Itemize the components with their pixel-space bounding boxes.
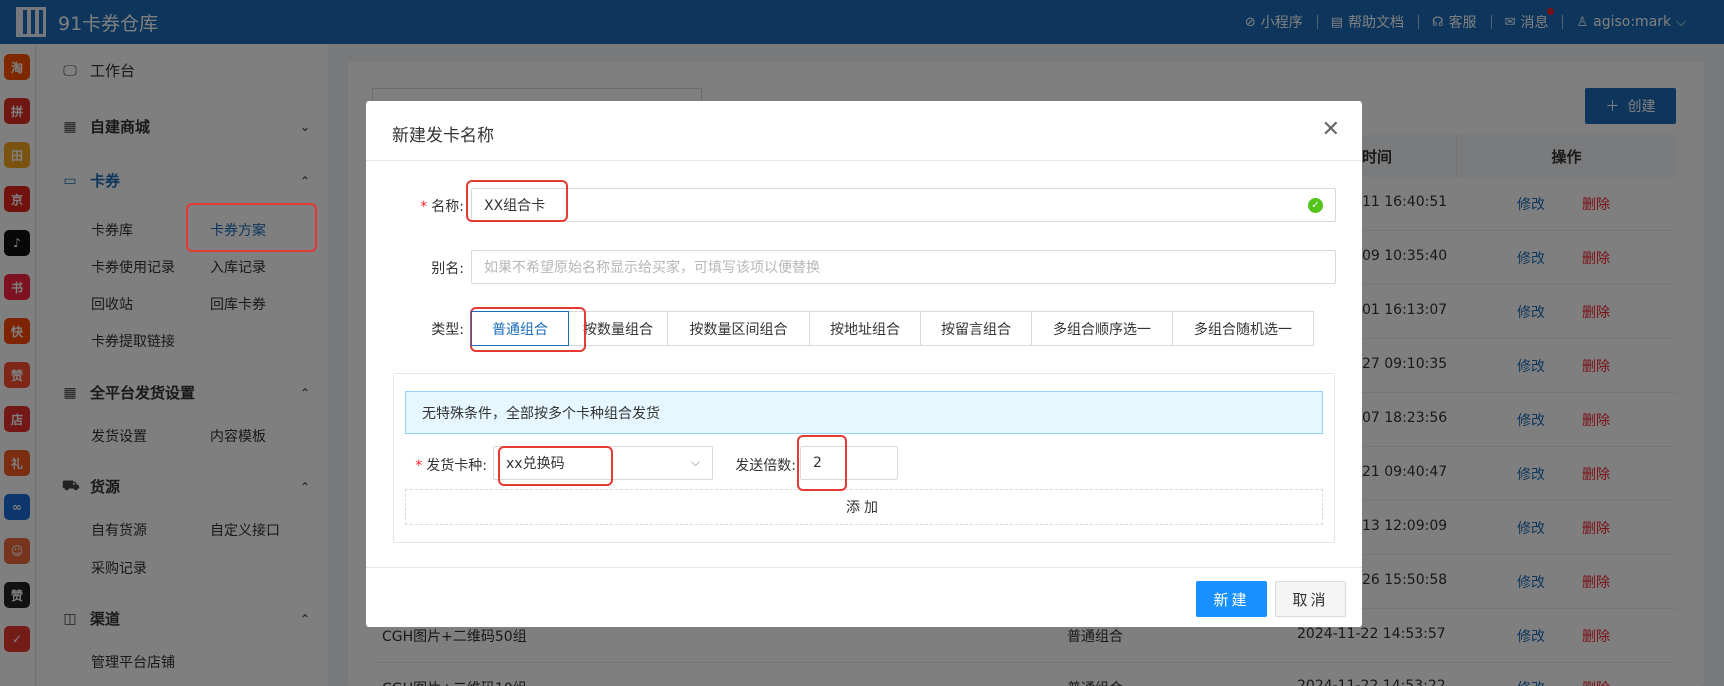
alias-field-label: 别名: (431, 261, 464, 277)
alias-input[interactable]: 如果不希望原始名称显示给买家，可填写该项以便替换 (471, 250, 1336, 284)
name-input[interactable]: XX组合卡 ✓ (471, 188, 1336, 222)
card-type-select[interactable]: xx兑换码 ⌵ (493, 446, 713, 480)
dialog-title: 新建发卡名称 (392, 126, 494, 146)
info-alert: 无特殊条件，全部按多个卡种组合发货 (405, 391, 1323, 434)
type-option-by-message[interactable]: 按留言组合 (920, 311, 1032, 346)
name-label-text: 名称: (431, 199, 464, 215)
type-field-label: 类型: (431, 322, 464, 338)
add-card-type-button[interactable]: 添加 (405, 489, 1323, 525)
card-type-label-text: 发货卡种: (426, 458, 487, 474)
type-option-by-quantity-range[interactable]: 按数量区间组合 (667, 311, 810, 346)
type-option-random-pick[interactable]: 多组合随机选一 (1172, 311, 1314, 346)
cancel-button[interactable]: 取消 (1275, 581, 1346, 617)
multiple-input[interactable]: 2 (800, 446, 898, 480)
card-type-field-label: * 发货卡种: (415, 458, 487, 474)
type-segmented-control: 普通组合 按数量组合 按数量区间组合 按地址组合 按留言组合 多组合顺序选一 多… (471, 311, 1314, 346)
close-icon[interactable]: ✕ (1322, 119, 1340, 141)
confirm-create-button[interactable]: 新建 (1196, 581, 1267, 617)
type-option-by-address[interactable]: 按地址组合 (809, 311, 921, 346)
name-input-value: XX组合卡 (484, 198, 546, 214)
check-circle-icon: ✓ (1308, 198, 1323, 213)
dialog-footer-divider (366, 567, 1362, 568)
card-type-value: xx兑换码 (506, 456, 565, 472)
type-option-by-quantity[interactable]: 按数量组合 (568, 311, 668, 346)
type-option-sequential-pick[interactable]: 多组合顺序选一 (1031, 311, 1173, 346)
dialog-header-divider (366, 160, 1362, 161)
alias-placeholder: 如果不希望原始名称显示给买家，可填写该项以便替换 (484, 260, 820, 276)
type-option-normal[interactable]: 普通组合 (471, 311, 569, 346)
name-field-label: * 名称: (420, 199, 464, 215)
multiple-value: 2 (813, 455, 822, 471)
chevron-down-icon: ⌵ (690, 455, 700, 469)
create-card-name-dialog: 新建发卡名称 ✕ (366, 101, 1362, 627)
multiple-field-label: 发送倍数: (735, 458, 796, 474)
